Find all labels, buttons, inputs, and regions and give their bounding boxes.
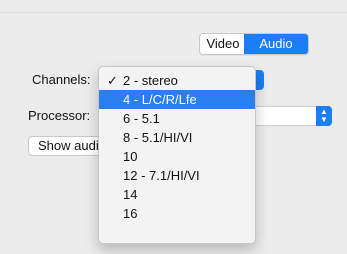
settings-panel: Video Audio Channels: ▲▼ Processor: ▲▼ S… xyxy=(0,0,347,254)
menu-item-label: 4 - L/C/R/Lfe xyxy=(123,92,197,107)
menu-item-label: 6 - 5.1 xyxy=(123,111,160,126)
channels-label: Channels: xyxy=(32,72,91,87)
menu-item-10[interactable]: 10 xyxy=(99,147,255,166)
menu-item-label: 14 xyxy=(123,187,138,202)
tab-video[interactable]: Video xyxy=(200,34,244,54)
tab-control: Video Audio xyxy=(199,33,309,55)
menu-item-16[interactable]: 16 xyxy=(99,204,255,223)
menu-item-label: 8 - 5.1/HI/VI xyxy=(123,130,193,145)
menu-item-4-lcrlfe[interactable]: 4 - L/C/R/Lfe xyxy=(99,90,255,109)
menu-item-label: 2 - stereo xyxy=(123,73,178,88)
menu-item-2-stereo[interactable]: ✓ 2 - stereo xyxy=(99,71,255,90)
processor-label: Processor: xyxy=(28,108,91,123)
chevron-up-down-icon: ▲▼ xyxy=(316,106,332,126)
menu-item-6-5-1[interactable]: 6 - 5.1 xyxy=(99,109,255,128)
menu-item-8-5-1-hi-vi[interactable]: 8 - 5.1/HI/VI xyxy=(99,128,255,147)
checkmark-icon: ✓ xyxy=(107,73,118,88)
menu-item-label: 16 xyxy=(123,206,138,221)
menu-item-14[interactable]: 14 xyxy=(99,185,255,204)
menu-item-12-7-1-hi-vi[interactable]: 12 - 7.1/HI/VI xyxy=(99,166,255,185)
tab-audio[interactable]: Audio xyxy=(244,34,308,54)
channels-dropdown-menu: ✓ 2 - stereo 4 - L/C/R/Lfe 6 - 5.1 8 - 5… xyxy=(98,66,256,244)
divider xyxy=(0,12,347,13)
menu-item-label: 12 - 7.1/HI/VI xyxy=(123,168,200,183)
menu-item-label: 10 xyxy=(123,149,138,164)
